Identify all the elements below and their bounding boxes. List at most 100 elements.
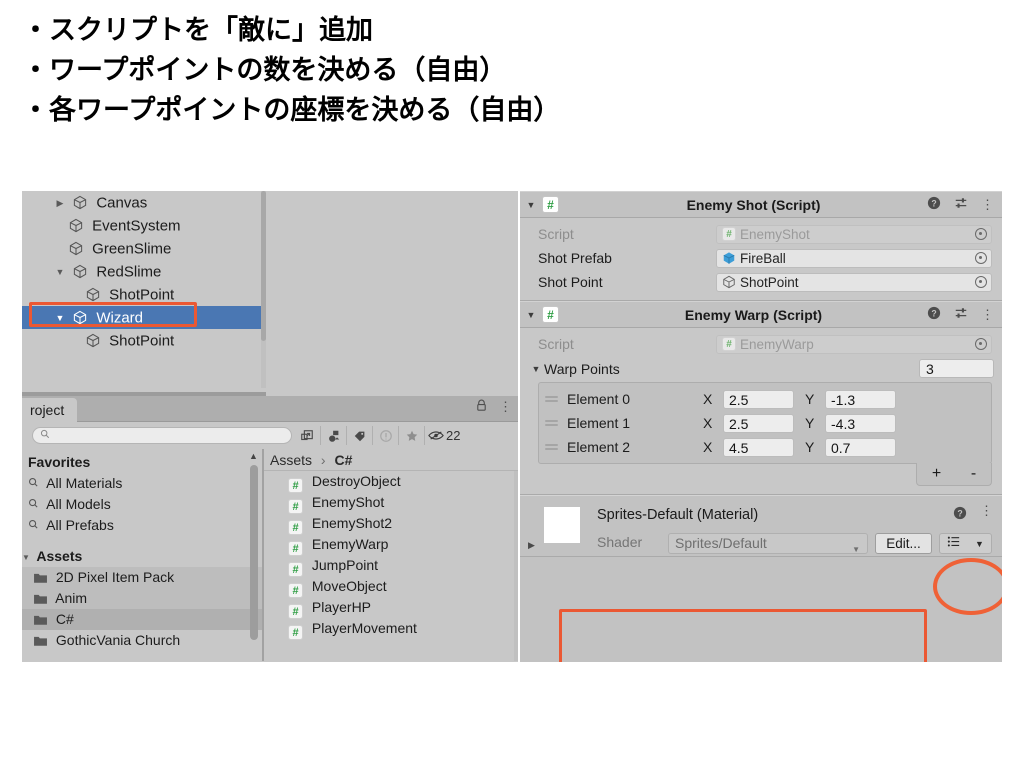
element-x-input[interactable]: 4.5	[723, 437, 794, 457]
foldout-icon[interactable]: ▶	[52, 192, 68, 215]
foldout-icon[interactable]: ▼	[52, 261, 68, 284]
help-icon[interactable]: ?	[927, 196, 941, 213]
drag-handle-icon[interactable]	[545, 418, 567, 428]
hierarchy-panel[interactable]: ▶ Canvas EventSystem GreenSlime ▼ RedSli…	[22, 191, 266, 396]
drag-handle-icon[interactable]	[545, 394, 567, 404]
hierarchy-row-shotpoint-red[interactable]: ShotPoint	[22, 283, 266, 306]
chevron-down-icon[interactable]: ▼	[22, 547, 33, 568]
object-field-script[interactable]: # EnemyShot	[716, 224, 992, 244]
preset-settings-icon[interactable]	[954, 306, 968, 323]
preset-settings-icon[interactable]	[954, 196, 968, 213]
tree-label: 2D Pixel Item Pack	[55, 569, 175, 585]
edit-shader-button[interactable]: Edit...	[875, 533, 932, 554]
asset-item[interactable]: # EnemyShot	[264, 492, 518, 514]
hierarchy-row-redslime[interactable]: ▼ RedSlime	[22, 260, 266, 283]
lock-icon[interactable]	[475, 399, 488, 415]
tree-item-csharp[interactable]: C#	[22, 609, 262, 630]
tree-scrollbar[interactable]: ▲	[248, 449, 260, 661]
object-picker-icon[interactable]	[975, 228, 987, 240]
help-icon[interactable]: ?	[953, 506, 967, 523]
object-picker-icon[interactable]	[975, 252, 987, 264]
shader-preset-button[interactable]: ▼	[939, 533, 992, 554]
scrollbar-thumb[interactable]	[250, 465, 258, 640]
scroll-up-icon[interactable]: ▲	[249, 451, 258, 461]
element-x-input[interactable]: 2.5	[723, 389, 794, 409]
asset-item[interactable]: # JumpPoint	[264, 555, 518, 577]
search-expand-icon[interactable]	[294, 426, 320, 445]
type-filter-icon[interactable]	[320, 426, 346, 445]
kebab-menu-icon[interactable]: ⋮	[981, 308, 994, 321]
object-field-shot-prefab[interactable]: FireBall	[716, 248, 992, 268]
array-size-input[interactable]: 3	[919, 359, 994, 378]
breadcrumb-separator: ›	[320, 452, 326, 468]
axis-label-x: X	[703, 439, 713, 455]
kebab-menu-icon[interactable]: ⋮	[980, 504, 993, 523]
array-foldout-warp-points[interactable]: ▼ Warp Points 3	[520, 356, 1002, 382]
element-y-input[interactable]: -4.3	[825, 413, 896, 433]
warning-filter-icon[interactable]	[372, 426, 398, 445]
tree-header-favorites: Favorites	[22, 452, 262, 473]
property-row-script: Script # EnemyShot	[520, 222, 1002, 246]
object-picker-icon[interactable]	[975, 276, 987, 288]
object-field-shot-point[interactable]: ShotPoint	[716, 272, 992, 292]
object-field-script[interactable]: # EnemyWarp	[716, 334, 992, 354]
chevron-right-icon[interactable]: ▶	[528, 540, 535, 551]
asset-item[interactable]: # PlayerHP	[264, 597, 518, 619]
material-component[interactable]: Sprites-Default (Material) ? ⋮ ▶ Shader …	[520, 495, 1002, 570]
shader-dropdown[interactable]: Sprites/Default ▼	[668, 533, 868, 554]
tab-project[interactable]: roject	[22, 398, 78, 422]
tree-item-gothicvania-church[interactable]: GothicVania Church	[22, 630, 262, 651]
project-panel[interactable]: roject ⋮ 22 Favorites All Materials All …	[22, 396, 518, 662]
inspector-panel[interactable]: ▼ # Enemy Shot (Script) ? ⋮ Script # Ene…	[518, 191, 1002, 662]
tree-item-2d-pixel-item-pack[interactable]: 2D Pixel Item Pack	[22, 567, 262, 588]
array-element-row[interactable]: Element 2 X 4.5 Y 0.7	[539, 435, 991, 459]
hierarchy-scrollbar[interactable]	[261, 191, 266, 388]
favorite-star-icon[interactable]	[398, 426, 424, 445]
foldout-icon[interactable]: ▼	[52, 307, 68, 330]
property-row-shot-prefab: Shot Prefab FireBall	[520, 246, 1002, 270]
asset-item[interactable]: # EnemyShot2	[264, 513, 518, 535]
material-preview-swatch[interactable]	[542, 505, 582, 545]
asset-item[interactable]: # DestroyObject	[264, 471, 518, 493]
array-element-row[interactable]: Element 1 X 2.5 Y -4.3	[539, 411, 991, 435]
scrollbar-thumb[interactable]	[261, 191, 266, 341]
add-element-button[interactable]: +	[932, 465, 941, 483]
help-icon[interactable]: ?	[927, 306, 941, 323]
object-field-value: EnemyWarp	[740, 336, 814, 352]
hierarchy-row-wizard[interactable]: ▼ Wizard	[22, 306, 266, 329]
asset-item[interactable]: # PlayerMovement	[264, 618, 518, 640]
project-asset-list[interactable]: Assets › C# # DestroyObject # EnemyShot …	[264, 449, 518, 661]
chevron-down-icon[interactable]: ▼	[520, 200, 542, 210]
tree-item-assets[interactable]: ▼ Assets	[22, 546, 262, 567]
hierarchy-row-shotpoint-wizard[interactable]: ShotPoint	[22, 329, 266, 352]
asset-item[interactable]: # MoveObject	[264, 576, 518, 598]
tree-item-all-models[interactable]: All Models	[22, 494, 262, 515]
element-y-input[interactable]: 0.7	[825, 437, 896, 457]
hierarchy-row-canvas[interactable]: ▶ Canvas	[22, 191, 266, 214]
label-filter-icon[interactable]	[346, 426, 372, 445]
drag-handle-icon[interactable]	[545, 442, 567, 452]
tree-item-all-prefabs[interactable]: All Prefabs	[22, 515, 262, 536]
tree-item-all-materials[interactable]: All Materials	[22, 473, 262, 494]
remove-element-button[interactable]: -	[971, 465, 976, 483]
asset-item-partial[interactable]: #	[264, 639, 518, 646]
component-header-enemy-warp[interactable]: ▼ # Enemy Warp (Script) ? ⋮	[520, 301, 1002, 328]
component-header-enemy-shot[interactable]: ▼ # Enemy Shot (Script) ? ⋮	[520, 191, 1002, 218]
chevron-down-icon[interactable]: ▼	[520, 310, 542, 320]
project-folder-tree[interactable]: Favorites All Materials All Models All P…	[22, 449, 262, 661]
hierarchy-row-greenslime[interactable]: GreenSlime	[22, 237, 266, 260]
asset-item[interactable]: # EnemyWarp	[264, 534, 518, 556]
element-y-input[interactable]: -1.3	[825, 389, 896, 409]
hierarchy-row-eventsystem[interactable]: EventSystem	[22, 214, 266, 237]
element-x-input[interactable]: 2.5	[723, 413, 794, 433]
breadcrumb-root[interactable]: Assets	[270, 452, 312, 468]
tree-item-anim[interactable]: Anim	[22, 588, 262, 609]
kebab-menu-icon[interactable]: ⋮	[981, 198, 994, 211]
axis-label-x: X	[703, 415, 713, 431]
hidden-eye-icon[interactable]	[424, 426, 446, 445]
chevron-down-icon[interactable]: ▼	[528, 364, 544, 374]
kebab-menu-icon[interactable]: ⋮	[499, 400, 512, 413]
object-picker-icon[interactable]	[975, 338, 987, 350]
search-input[interactable]	[32, 427, 292, 444]
array-element-row[interactable]: Element 0 X 2.5 Y -1.3	[539, 387, 991, 411]
